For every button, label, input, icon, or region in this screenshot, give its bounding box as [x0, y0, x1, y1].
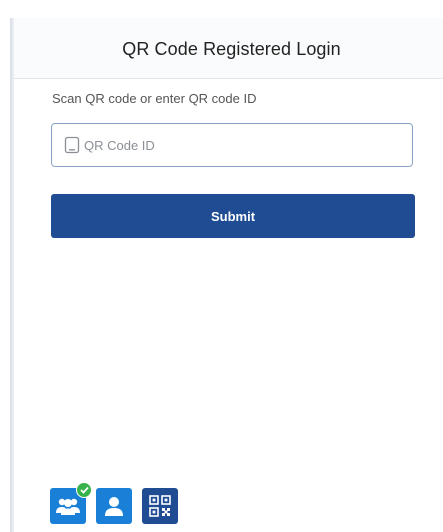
user-icon	[104, 495, 124, 517]
submit-button[interactable]: Submit	[51, 194, 415, 238]
check-icon	[76, 482, 92, 498]
login-panel: QR Code Registered Login Scan QR code or…	[14, 18, 443, 532]
login-method-tabs	[50, 482, 178, 524]
qr-code-icon	[149, 495, 171, 517]
users-icon	[55, 495, 81, 517]
qr-code-id-field[interactable]	[51, 123, 413, 167]
tab-qr-login[interactable]	[142, 488, 178, 524]
qr-code-id-input[interactable]	[84, 130, 412, 160]
mobile-phone-icon	[64, 136, 80, 154]
instruction-label: Scan QR code or enter QR code ID	[52, 91, 257, 106]
page-title: QR Code Registered Login	[122, 38, 341, 59]
header: QR Code Registered Login	[14, 18, 443, 79]
tab-group-login[interactable]	[50, 482, 92, 524]
tab-user-login[interactable]	[96, 488, 132, 524]
